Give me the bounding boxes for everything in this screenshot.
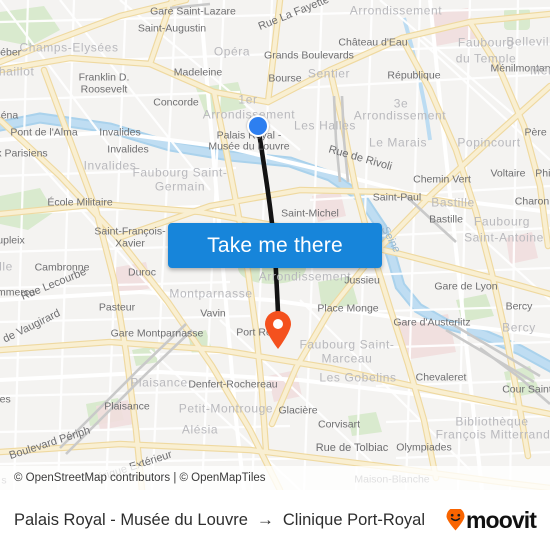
origin-station-marker[interactable] <box>247 115 269 137</box>
map-canvas[interactable]: Gare Saint-Lazare Rue La Fayette Saint-Aug… <box>0 0 550 490</box>
moovit-pin-icon <box>446 509 465 531</box>
moovit-wordmark: moovit <box>466 506 537 533</box>
trip-footer: Palais Royal - Musée du Louvre → Cliniqu… <box>0 490 550 550</box>
map-attribution-bar: © OpenStreetMap contributors | © OpenMap… <box>0 466 550 490</box>
trip-summary: Palais Royal - Musée du Louvre → Cliniqu… <box>14 510 425 530</box>
moovit-logo[interactable]: moovit <box>446 506 537 534</box>
trip-origin-label: Palais Royal - Musée du Louvre <box>14 510 248 529</box>
moovit-trip-map-screen: Gare Saint-Lazare Rue La Fayette Saint-Aug… <box>0 0 550 550</box>
attribution-text[interactable]: © OpenStreetMap contributors | © OpenMap… <box>0 472 266 484</box>
arrow-right-icon: → <box>256 510 274 529</box>
destination-pin-marker[interactable] <box>263 310 293 350</box>
trip-destination-label: Clinique Port-Royal <box>282 510 426 529</box>
take-me-there-button[interactable]: Take me there <box>168 223 382 268</box>
